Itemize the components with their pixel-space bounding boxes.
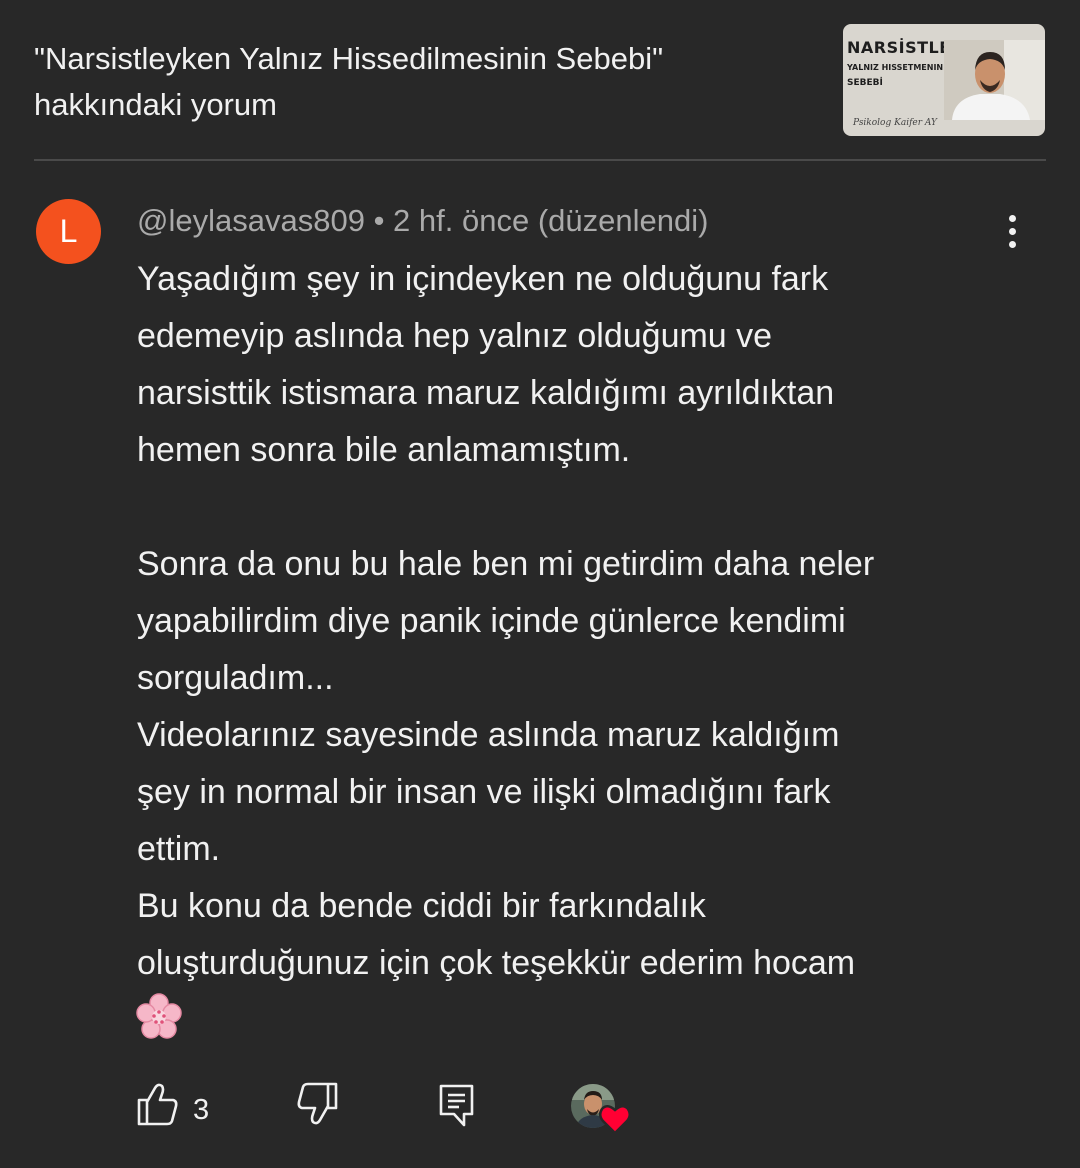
comment-text: Yaşadığım şey in içindeyken ne olduğunu … <box>137 260 875 982</box>
thumbnail-line-1: NARSİSTLE <box>847 38 951 57</box>
thumbnail-line-2: YALNIZ HISSETMENIN <box>847 63 944 72</box>
comment-actions: 3 <box>0 1080 1080 1140</box>
thumbnail-signature: Psikolog Kaifer AY <box>853 118 937 128</box>
avatar[interactable]: L <box>36 199 101 264</box>
like-count: 3 <box>193 1094 210 1126</box>
cherry-blossom-icon <box>136 993 182 1039</box>
comment-timestamp: 2 hf. önce (düzenlendi) <box>393 203 709 238</box>
thumbs-up-icon[interactable] <box>136 1080 180 1128</box>
author-handle[interactable]: @leylasavas809 <box>137 203 365 238</box>
creator-heart-icon <box>599 1105 631 1135</box>
thumbnail-presenter-image <box>944 40 1045 120</box>
thumbs-down-icon[interactable] <box>295 1080 339 1128</box>
page-title: "Narsistleyken Yalnız Hissedilmesinin Se… <box>34 41 664 122</box>
thumbnail-text: NARSİSTLE YALNIZ HISSETMENIN SEBEBİ <box>847 38 951 88</box>
header-divider <box>34 159 1046 161</box>
reply-icon[interactable] <box>437 1080 477 1128</box>
comment-meta: @leylasavas809 • 2 hf. önce (düzenlendi) <box>137 198 708 244</box>
meta-separator: • <box>373 203 385 238</box>
thumbnail-line-3: SEBEBİ <box>847 78 883 88</box>
more-options-icon[interactable] <box>994 208 1030 254</box>
